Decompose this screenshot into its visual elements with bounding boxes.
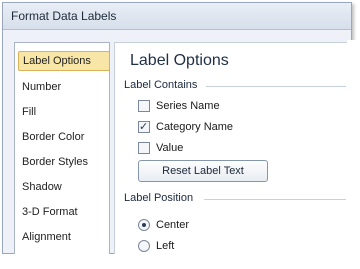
center-radio[interactable] xyxy=(138,219,150,231)
sidebar-item-border-color[interactable]: Border Color xyxy=(18,128,108,146)
series-name-checkbox[interactable] xyxy=(138,100,150,112)
value-checkbox[interactable] xyxy=(138,142,150,154)
sidebar-item-alignment[interactable]: Alignment xyxy=(18,228,108,246)
reset-label-text-button[interactable]: Reset Label Text xyxy=(138,160,268,182)
series-name-label: Series Name xyxy=(156,100,220,112)
sidebar-item-fill[interactable]: Fill xyxy=(18,103,108,121)
torn-bottom-edge xyxy=(0,254,360,269)
panel-title: Label Options xyxy=(130,52,229,69)
label-position-heading: Label Position xyxy=(124,192,194,204)
left-label: Left xyxy=(156,240,175,252)
sidebar-item-shadow[interactable]: Shadow xyxy=(18,178,108,196)
value-label: Value xyxy=(156,142,184,154)
sidebar-item-3d-format[interactable]: 3-D Format xyxy=(18,203,108,221)
sidebar-item-border-styles[interactable]: Border Styles xyxy=(18,153,108,171)
sidebar: Label Options Number Fill Border Color B… xyxy=(14,42,110,256)
dialog-title: Format Data Labels xyxy=(11,9,117,23)
left-radio[interactable] xyxy=(138,240,150,252)
sidebar-item-number[interactable]: Number xyxy=(18,78,108,96)
title-bar[interactable]: Format Data Labels xyxy=(3,3,351,30)
label-contains-heading: Label Contains xyxy=(124,79,198,91)
torn-right-edge xyxy=(347,40,360,269)
label-contains-divider xyxy=(206,86,346,87)
label-position-divider xyxy=(204,199,346,200)
category-name-checkbox[interactable] xyxy=(138,119,150,135)
sidebar-item-label-options[interactable]: Label Options xyxy=(18,51,110,71)
category-name-label: Category Name xyxy=(156,121,234,133)
center-label: Center xyxy=(156,219,190,231)
